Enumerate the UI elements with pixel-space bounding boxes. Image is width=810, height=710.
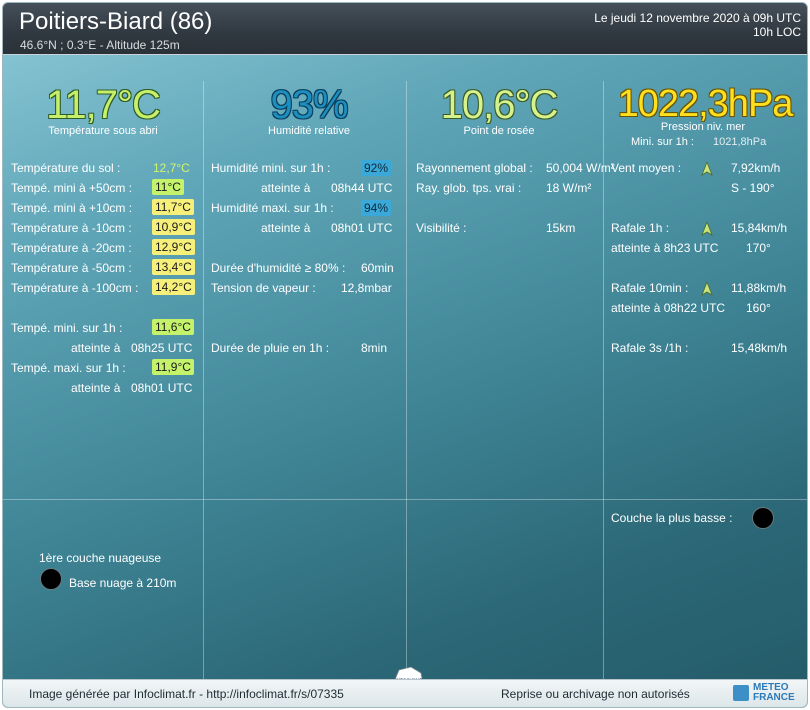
soil-temp-row-label: Température à -100cm : (11, 281, 139, 295)
header-bar: Poitiers-Biard (86) 46.6°N ; 0.3°E - Alt… (3, 3, 807, 55)
soil-temp-row-label: Température à -20cm : (11, 241, 132, 255)
meteo-france-mark-icon (733, 685, 749, 701)
true-radiation-value: 18 W/m² (546, 181, 592, 195)
footer-notice: Reprise ou archivage non autorisés (501, 687, 690, 701)
lowest-layer-label: Couche la plus basse : (611, 511, 733, 525)
gust-1h-direction: 170° (746, 241, 771, 255)
vapor-pressure-label: Tension de vapeur : (211, 281, 316, 295)
soil-temp-row-label: Température du sol : (11, 161, 121, 175)
hum-max-reached-label: atteinte à (261, 221, 311, 235)
temp-max-1h-reached-time: 08h01 UTC (131, 381, 193, 395)
pressure-min-value: 1021,8hPa (713, 136, 767, 148)
dewpoint-value: 10,6°C (440, 83, 559, 127)
temp-max-1h-value: 11,9°C (152, 359, 194, 375)
rain-duration-label: Durée de pluie en 1h : (211, 341, 330, 355)
wind-mean-speed: 7,92km/h (731, 161, 781, 175)
hum-max-label: Humidité maxi. sur 1h : (211, 201, 334, 215)
wind-mean-direction: S - 190° (731, 181, 775, 195)
wind-arrow-icon (701, 162, 713, 176)
temp-min-1h-reached-label: atteinte à (71, 341, 121, 355)
pressure-min-label: Mini. sur 1h : (631, 136, 694, 148)
hum-min-label: Humidité mini. sur 1h : (211, 161, 331, 175)
soil-temp-row-value: 11,7°C (152, 199, 194, 215)
soil-temp-row-label: Tempé. mini à +50cm : (11, 181, 133, 195)
local-time: 10h LOC (752, 25, 801, 39)
true-radiation-label: Ray. glob. tps. vrai : (416, 181, 522, 195)
observation-date: Le jeudi 12 novembre 2020 à 09h UTC (594, 11, 801, 25)
gust-1h-label: Rafale 1h : (611, 221, 670, 235)
gust-1h-time: atteinte à 8h23 UTC (611, 241, 719, 255)
humidity-value: 93% (270, 83, 348, 127)
gust-10min-value: 11,88km/h (731, 281, 787, 295)
temp-min-1h-value: 11,6°C (152, 319, 194, 335)
hum-min-value: 92% (361, 160, 392, 176)
gust-10min-direction: 160° (746, 301, 771, 315)
footer-credit: Image générée par Infoclimat.fr - http:/… (29, 687, 344, 701)
divider-h1 (3, 499, 807, 500)
meteo-france-logo: METEO FRANCE (733, 683, 797, 707)
wind-arrow-icon (701, 222, 713, 236)
divider-v1 (203, 81, 204, 679)
visibility-label: Visibilité : (416, 221, 467, 235)
hum-max-reached-time: 08h01 UTC (331, 221, 393, 235)
visibility-value: 15km (546, 221, 576, 235)
soil-temp-row-value: 10,9°C (152, 219, 195, 235)
dewpoint-label: Point de rosée (463, 125, 535, 137)
gust-1h-value: 15,84km/h (731, 221, 788, 235)
footer-bar: Image générée par Infoclimat.fr - http:/… (3, 679, 807, 707)
station-coords: 46.6°N ; 0.3°E - Altitude 125m (20, 38, 180, 52)
meteo-france-logo-line2: FRANCE (753, 692, 795, 703)
soil-temp-row-value: 12,9°C (152, 239, 195, 255)
vapor-pressure-value: 12,8mbar (341, 281, 392, 295)
cloud-cover-icon (752, 507, 774, 529)
cloud-base-label: Base nuage à 210m (69, 576, 177, 590)
first-cloud-layer-label: 1ère couche nuageuse (39, 551, 162, 565)
hum-min-reached-time: 08h44 UTC (331, 181, 393, 195)
soil-temp-row-label: Tempé. mini à +10cm : (11, 201, 133, 215)
soil-temp-row-value: 14,2°C (152, 279, 195, 295)
weather-panel: Poitiers-Biard (86) 46.6°N ; 0.3°E - Alt… (2, 2, 808, 708)
pressure-label: Pression niv. mer (660, 121, 746, 133)
global-radiation-value: 50,004 W/m² (546, 161, 615, 175)
soil-temp-row-value: 12,7°C (153, 161, 190, 175)
temperature-label: Température sous abri (48, 125, 158, 137)
hum-max-value: 94% (361, 200, 392, 216)
humidity-label: Humidité relative (268, 125, 350, 137)
cloud-cover-icon (40, 568, 62, 590)
temperature-value: 11,7°C (46, 83, 161, 127)
temp-min-1h-label: Tempé. mini. sur 1h : (11, 321, 123, 335)
soil-temp-row-label: Température à -10cm : (11, 221, 132, 235)
humidity-duration-label: Durée d'humidité ≥ 80% : (211, 261, 346, 275)
temp-max-1h-reached-label: atteinte à (71, 381, 121, 395)
gust-10min-label: Rafale 10min : (611, 281, 689, 295)
pressure-value: 1022,3hPa (617, 83, 794, 125)
gust-3s-label: Rafale 3s /1h : (611, 341, 689, 355)
soil-temp-row-label: Température à -50cm : (11, 261, 132, 275)
global-radiation-label: Rayonnement global : (416, 161, 533, 175)
temp-min-1h-reached-time: 08h25 UTC (131, 341, 193, 355)
temp-max-1h-label: Tempé. maxi. sur 1h : (11, 361, 126, 375)
station-name: Poitiers-Biard (86) (19, 8, 213, 35)
hum-min-reached-label: atteinte à (261, 181, 311, 195)
divider-v2 (406, 81, 407, 679)
gust-3s-value: 15,48km/h (731, 341, 788, 355)
soil-temp-row-value: 13,4°C (152, 259, 195, 275)
wind-mean-label: Vent moyen : (611, 161, 682, 175)
soil-temp-row-value: 11°C (152, 179, 184, 195)
wind-arrow-icon (701, 282, 713, 296)
rain-duration-value: 8min (361, 341, 388, 355)
gust-10min-time: atteinte à 08h22 UTC (611, 301, 726, 315)
humidity-duration-value: 60min (361, 261, 394, 275)
